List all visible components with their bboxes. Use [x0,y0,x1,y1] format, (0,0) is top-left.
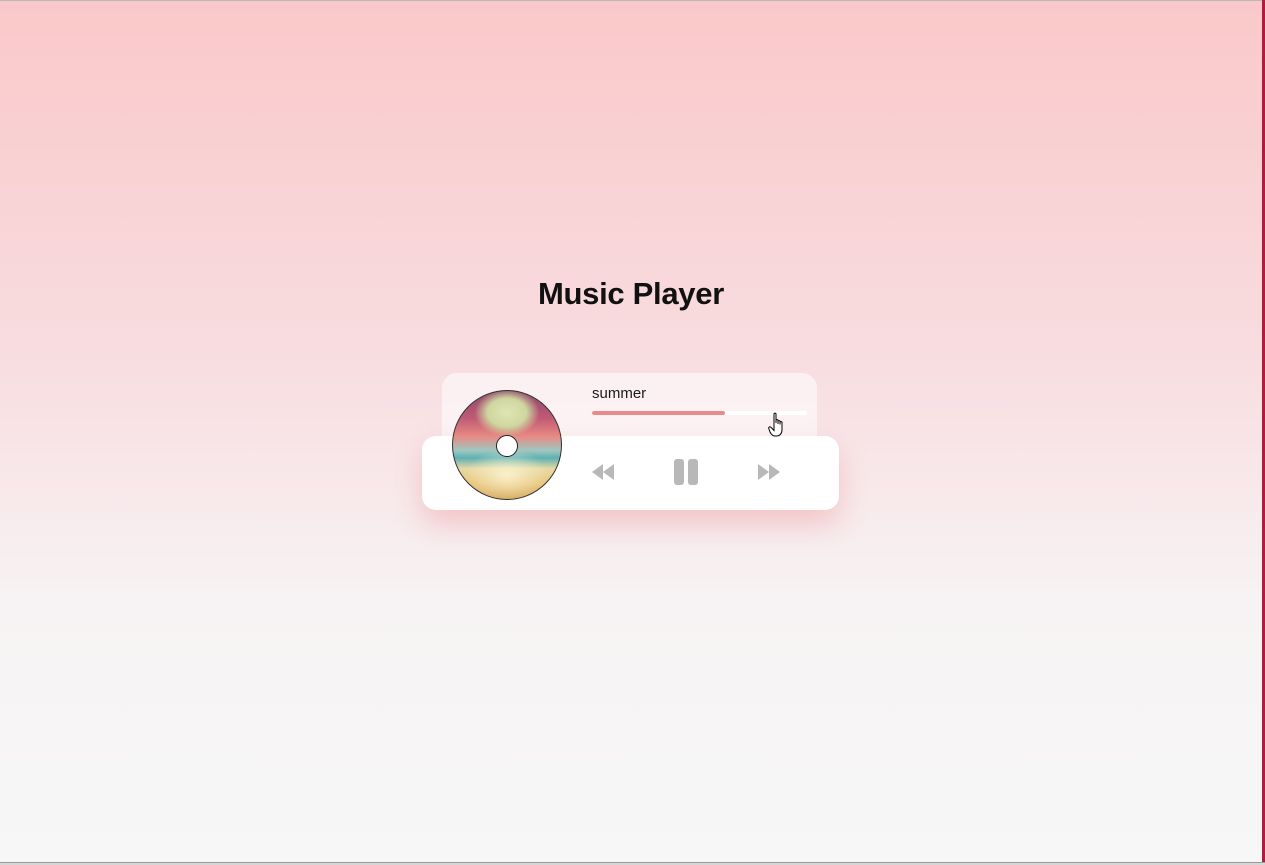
page-title: Music Player [538,276,724,311]
pause-icon [674,459,698,485]
forward-icon [758,464,780,480]
pause-button[interactable] [670,456,702,488]
hand-pointer-icon [768,412,788,438]
song-title: summer [592,385,647,402]
progress-fill [592,411,726,415]
album-art-disc [452,390,562,500]
backward-icon [592,464,614,480]
next-button[interactable] [756,460,782,484]
previous-button[interactable] [590,460,616,484]
window-top-border [0,0,1265,1]
disc-center-hole [496,435,518,457]
